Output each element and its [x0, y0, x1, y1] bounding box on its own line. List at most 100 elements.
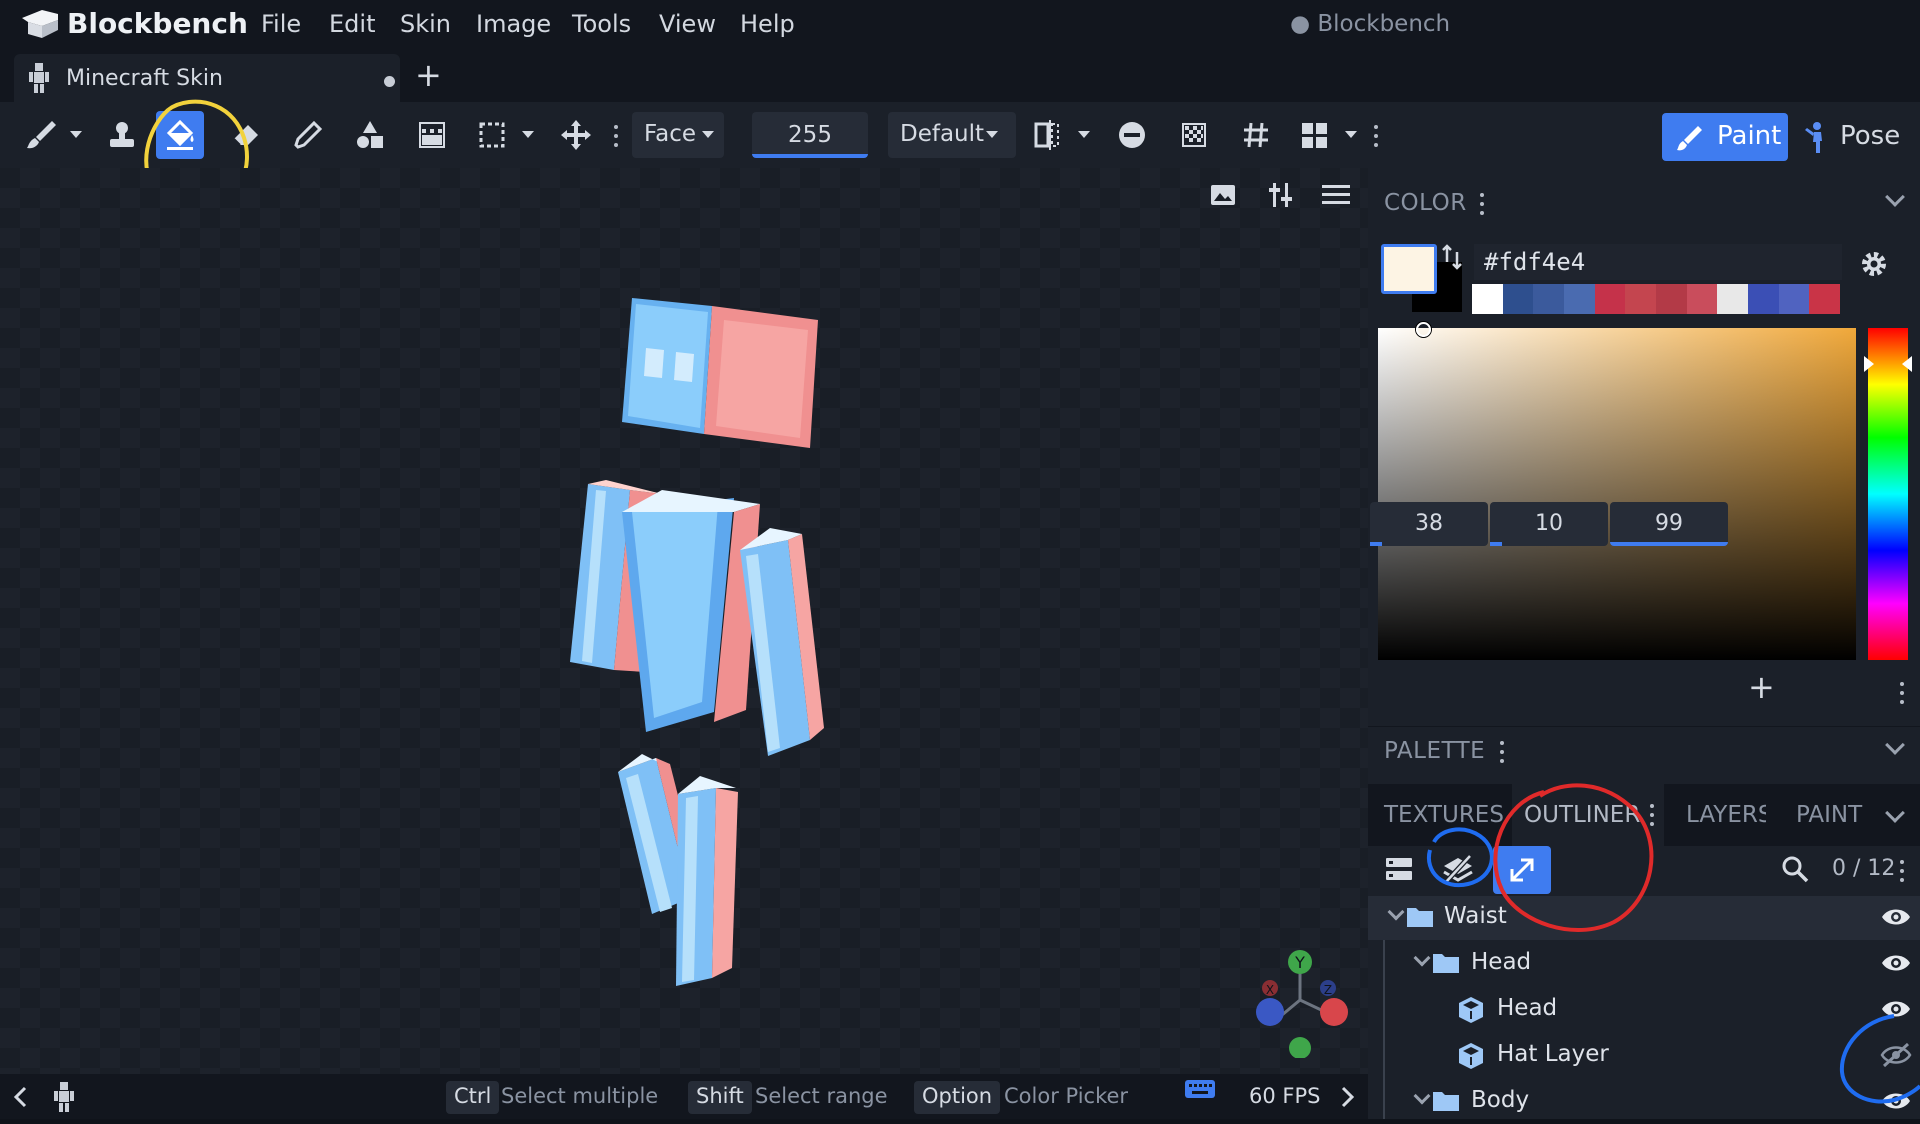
color-swatch[interactable] — [1502, 284, 1534, 314]
unsaved-dot-icon[interactable] — [384, 76, 395, 87]
menu-help[interactable]: Help — [740, 10, 795, 38]
mirror-dropdown-caret[interactable] — [1078, 131, 1090, 138]
eraser-icon[interactable] — [222, 111, 270, 159]
color-swatch[interactable] — [1748, 284, 1779, 314]
eye-icon[interactable] — [1880, 904, 1912, 930]
pose-mode-button[interactable]: Pose — [1798, 113, 1916, 161]
sliders-icon[interactable] — [1266, 180, 1296, 210]
menu-tools[interactable]: Tools — [572, 10, 631, 38]
toggle-skin-layer-icon[interactable] — [1440, 852, 1476, 886]
value-input[interactable]: 99 — [1610, 502, 1728, 546]
color-swatch[interactable] — [1472, 284, 1503, 314]
toolbar-more-icon-2[interactable] — [1374, 125, 1378, 147]
skin-figure-icon[interactable] — [54, 1082, 74, 1112]
gear-icon[interactable] — [1858, 248, 1890, 280]
hsv-more-icon[interactable] — [1900, 682, 1904, 704]
color-swatch[interactable] — [1809, 284, 1841, 314]
color-swatch[interactable] — [1778, 284, 1810, 314]
image-icon[interactable] — [1208, 180, 1238, 210]
outliner-row-hat-layer[interactable]: Hat Layer — [1368, 1034, 1920, 1078]
color-swatch[interactable] — [1564, 284, 1595, 314]
color-picker-icon[interactable] — [284, 111, 332, 159]
toggle-explode-button[interactable] — [1493, 846, 1551, 894]
axis-gizmo[interactable]: Y X Z — [1250, 948, 1350, 1058]
view-layout-icon[interactable] — [1290, 111, 1338, 159]
tab-minecraft-skin[interactable]: Minecraft Skin — [14, 54, 400, 102]
eye-slash-icon[interactable] — [1880, 1042, 1912, 1068]
mirror-painting-icon[interactable] — [1024, 111, 1072, 159]
picker-cursor[interactable] — [1416, 322, 1431, 337]
outliner-row-head-cube[interactable]: Head — [1368, 988, 1920, 1032]
keyboard-icon[interactable] — [1184, 1078, 1216, 1100]
hue-input[interactable]: 38 — [1370, 502, 1488, 546]
tab-textures[interactable]: TEXTURES — [1378, 792, 1508, 840]
color-swatch[interactable] — [1625, 284, 1657, 314]
chevron-down-icon[interactable] — [1413, 1087, 1431, 1105]
clone-stamp-icon[interactable] — [98, 111, 146, 159]
blend-mode-select[interactable]: Default — [888, 112, 1016, 158]
move-icon[interactable] — [552, 111, 600, 159]
paint-mode-button[interactable]: Paint — [1662, 113, 1788, 161]
model-body[interactable] — [622, 490, 760, 732]
tab-layers[interactable]: LAYERS — [1680, 792, 1766, 840]
selection-dropdown-caret[interactable] — [522, 131, 534, 138]
model-arm-right[interactable] — [740, 528, 824, 756]
eye-icon[interactable] — [1880, 1088, 1912, 1114]
color-swatch[interactable] — [1594, 284, 1626, 314]
hue-slider[interactable] — [1868, 328, 1908, 660]
brush-icon[interactable] — [18, 111, 66, 159]
chevron-down-icon[interactable] — [1387, 903, 1405, 921]
outliner-row-head-group[interactable]: Head — [1368, 942, 1920, 986]
hamburger-menu-icon[interactable] — [1320, 180, 1352, 210]
tab-outliner[interactable]: OUTLINER — [1512, 784, 1664, 846]
palette-panel-menu-icon[interactable] — [1500, 741, 1504, 763]
color-swatch[interactable] — [1686, 284, 1718, 314]
checkerboard-icon[interactable] — [1170, 111, 1218, 159]
add-group-icon[interactable] — [1384, 854, 1414, 884]
tab-paint[interactable]: PAINT — [1790, 792, 1872, 840]
shapes-icon[interactable] — [346, 111, 394, 159]
hex-input[interactable]: #fdf4e4 — [1474, 244, 1842, 280]
fill-bucket-icon[interactable] — [156, 111, 204, 159]
chevron-down-icon[interactable] — [1413, 949, 1431, 967]
color-swatch[interactable] — [1533, 284, 1565, 314]
3d-viewport[interactable]: Y X Z — [0, 168, 1368, 1074]
outliner-row-body-group[interactable]: Body — [1368, 1080, 1920, 1124]
skin-model[interactable] — [540, 258, 860, 1018]
menu-skin[interactable]: Skin — [400, 10, 451, 38]
primary-color-swatch[interactable] — [1381, 244, 1437, 294]
outliner-more-icon[interactable] — [1900, 860, 1904, 882]
add-color-plus-icon[interactable]: + — [1748, 668, 1775, 706]
outliner-tab-menu-icon[interactable] — [1650, 804, 1654, 826]
saturation-input[interactable]: 10 — [1490, 502, 1608, 546]
model-head[interactable] — [622, 298, 818, 448]
menu-edit[interactable]: Edit — [329, 10, 375, 38]
model-leg-right[interactable] — [676, 776, 738, 986]
eye-icon[interactable] — [1880, 996, 1912, 1022]
menu-image[interactable]: Image — [476, 10, 551, 38]
outliner-row-waist[interactable]: Waist — [1368, 896, 1920, 940]
menu-view[interactable]: View — [659, 10, 716, 38]
skin-figure-icon — [29, 63, 49, 93]
hue-slider-handle[interactable] — [1864, 354, 1912, 374]
selection-rectangle-icon[interactable] — [468, 111, 516, 159]
chevron-right-icon[interactable] — [1336, 1085, 1358, 1109]
lock-alpha-icon[interactable] — [1108, 111, 1156, 159]
eye-icon[interactable] — [1880, 950, 1912, 976]
search-icon[interactable] — [1780, 854, 1810, 884]
chevron-left-icon[interactable] — [10, 1085, 32, 1109]
brush-dropdown-caret[interactable] — [70, 131, 82, 138]
pixel-grid-icon[interactable] — [1232, 111, 1280, 159]
color-swatch[interactable] — [1717, 284, 1749, 314]
new-tab-plus-icon[interactable]: + — [415, 56, 442, 94]
saturation-value-picker[interactable] — [1378, 328, 1856, 660]
opacity-input[interactable]: 255 — [752, 112, 868, 158]
fill-mode-select[interactable]: Face — [632, 112, 724, 158]
menu-file[interactable]: File — [261, 10, 301, 38]
toolbar-more-icon[interactable] — [614, 125, 618, 147]
color-swatch[interactable] — [1656, 284, 1687, 314]
gradient-icon[interactable] — [408, 111, 456, 159]
view-layout-dropdown-caret[interactable] — [1345, 131, 1357, 138]
color-panel-menu-icon[interactable] — [1480, 193, 1484, 215]
swap-colors-icon[interactable] — [1440, 242, 1464, 272]
